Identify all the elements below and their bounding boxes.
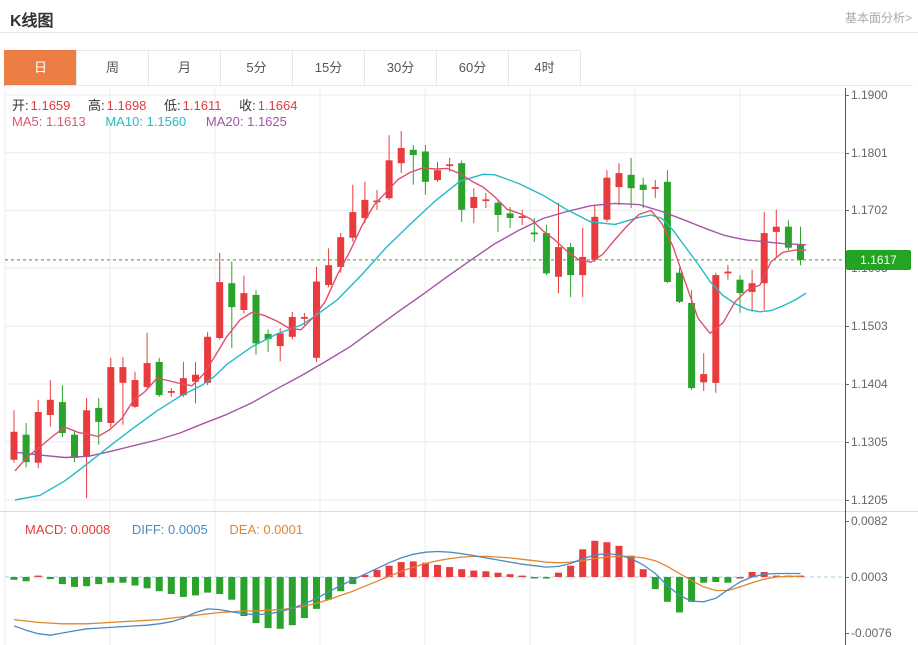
y-axis-label: 1.1205 <box>851 493 888 507</box>
y-axis-line <box>845 88 846 645</box>
dea-value: DEA: 0.0001 <box>229 522 303 537</box>
y-axis-tick <box>845 500 849 501</box>
y-axis-tick <box>845 521 849 522</box>
period-tab-bar: 日周月5分15分30分60分4时 <box>5 50 581 86</box>
page-title: K线图 <box>10 7 54 31</box>
tab-period-5[interactable]: 30分 <box>364 50 437 86</box>
y-axis-label: -0.0076 <box>851 626 892 640</box>
macd-value: MACD: 0.0008 <box>25 522 110 537</box>
close-value: 1.1664 <box>258 98 298 113</box>
tab-period-7[interactable]: 4时 <box>508 50 581 86</box>
y-axis-tick <box>845 95 849 96</box>
y-axis-tick <box>845 442 849 443</box>
tab-period-1[interactable]: 周 <box>76 50 149 86</box>
open-label: 开: <box>12 98 29 113</box>
y-axis-label: 1.1900 <box>851 88 888 102</box>
header-divider <box>0 32 918 33</box>
close-label: 收: <box>239 98 256 113</box>
low-label: 低: <box>164 98 181 113</box>
high-label: 高: <box>88 98 105 113</box>
diff-value: DIFF: 0.0005 <box>132 522 208 537</box>
ma20-value: MA20: 1.1625 <box>206 114 287 129</box>
y-axis-tick <box>845 153 849 154</box>
y-axis-tick <box>845 384 849 385</box>
macd-info-bar: MACD: 0.0008 DIFF: 0.0005 DEA: 0.0001 <box>25 522 303 537</box>
y-axis-tick <box>845 326 849 327</box>
current-price-badge: 1.1617 <box>846 250 911 270</box>
fundamental-analysis-link[interactable]: 基本面分析> <box>845 9 912 26</box>
tab-period-3[interactable]: 5分 <box>220 50 293 86</box>
y-axis-tick <box>845 577 849 578</box>
y-axis-label: 1.1503 <box>851 319 888 333</box>
main-chart-canvas[interactable] <box>0 88 845 512</box>
pane-divider <box>0 511 918 512</box>
y-axis-tick <box>845 633 849 634</box>
high-value: 1.1698 <box>107 98 147 113</box>
ma5-value: MA5: 1.1613 <box>12 114 86 129</box>
open-value: 1.1659 <box>31 98 71 113</box>
y-axis-label: 0.0082 <box>851 514 888 528</box>
tab-period-0[interactable]: 日 <box>4 50 77 86</box>
tab-bar-underline <box>5 85 913 86</box>
y-axis-label: 1.1702 <box>851 203 888 217</box>
y-axis-label: 1.1801 <box>851 146 888 160</box>
ma10-value: MA10: 1.1560 <box>105 114 186 129</box>
tab-period-4[interactable]: 15分 <box>292 50 365 86</box>
low-value: 1.1611 <box>183 98 222 113</box>
y-axis-tick <box>845 210 849 211</box>
tab-period-6[interactable]: 60分 <box>436 50 509 86</box>
tab-period-2[interactable]: 月 <box>148 50 221 86</box>
y-axis-label: 0.0003 <box>851 570 888 584</box>
ma-info-bar: MA5: 1.1613 MA10: 1.1560 MA20: 1.1625 <box>12 114 287 129</box>
ohlc-info-bar: 开:1.1659 高:1.1698 低:1.1611 收:1.1664 <box>12 95 311 114</box>
y-axis-label: 1.1305 <box>851 435 888 449</box>
y-axis-label: 1.1404 <box>851 377 888 391</box>
kline-widget: { "header": { "title": "K线图", "link": "基… <box>0 0 918 645</box>
